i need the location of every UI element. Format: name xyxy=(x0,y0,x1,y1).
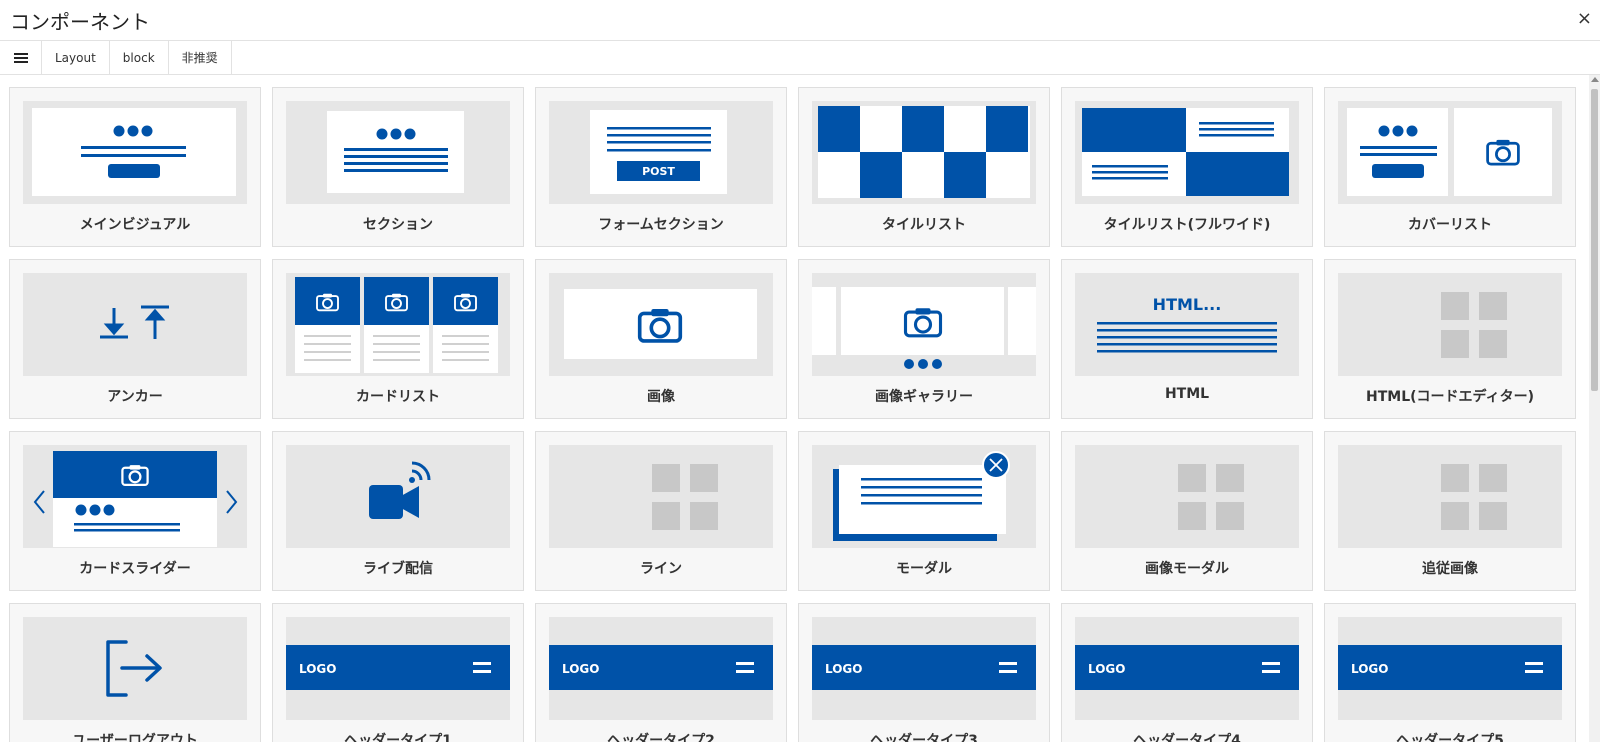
component-card[interactable]: メインビジュアル xyxy=(9,87,261,247)
component-label: メインビジュアル xyxy=(79,217,191,233)
component-card[interactable]: 画像ギャラリー xyxy=(798,259,1050,419)
component-card[interactable]: ユーザーログアウト xyxy=(9,603,261,742)
component-label: 画像 xyxy=(647,389,675,405)
component-label: ヘッダータイプ3 xyxy=(870,733,978,742)
html-thumb-text: HTML... xyxy=(1153,295,1222,314)
tab-menu[interactable] xyxy=(0,41,42,74)
logo-text: LOGO xyxy=(562,662,599,676)
modal-thumbnail-icon xyxy=(812,445,1036,548)
header-thumbnail-icon: LOGO xyxy=(812,617,1036,720)
logout-thumbnail-icon xyxy=(23,617,247,720)
component-card[interactable]: POST フォームセクション xyxy=(535,87,787,247)
component-label: ライブ配信 xyxy=(363,561,433,577)
component-label: タイルリスト xyxy=(882,217,966,233)
card-slider-thumbnail-icon xyxy=(23,445,247,548)
component-card[interactable]: LOGO ヘッダータイプ3 xyxy=(798,603,1050,742)
tile-list-thumbnail-icon xyxy=(812,101,1036,204)
hamburger-menu-icon xyxy=(13,52,28,63)
component-label: 追従画像 xyxy=(1422,561,1478,577)
close-icon[interactable]: × xyxy=(1577,8,1592,29)
component-label: タイルリスト(フルワイド) xyxy=(1103,217,1271,233)
component-card[interactable]: 画像モーダル xyxy=(1061,431,1313,591)
scrollbar[interactable] xyxy=(1589,75,1600,742)
component-label: HTML(コードエディター) xyxy=(1366,389,1534,405)
component-label: HTML xyxy=(1164,386,1210,402)
scrollbar-thumb[interactable] xyxy=(1591,89,1598,391)
component-card[interactable]: 追従画像 xyxy=(1324,431,1576,591)
section-thumbnail-icon xyxy=(286,101,510,204)
header-thumbnail-icon: LOGO xyxy=(1075,617,1299,720)
header-thumbnail-icon: LOGO xyxy=(286,617,510,720)
logo-text: LOGO xyxy=(825,662,862,676)
placeholder-thumbnail-icon xyxy=(1338,273,1562,376)
card-list-thumbnail-icon xyxy=(286,273,510,376)
component-card[interactable]: セクション xyxy=(272,87,524,247)
placeholder-thumbnail-icon xyxy=(1338,445,1562,548)
tab-layout[interactable]: Layout xyxy=(42,41,110,74)
component-label: アンカー xyxy=(107,389,163,405)
form-section-thumbnail-icon: POST xyxy=(549,101,773,204)
tab-deprecated[interactable]: 非推奨 xyxy=(169,41,232,74)
header-thumbnail-icon: LOGO xyxy=(1338,617,1562,720)
component-label: セクション xyxy=(363,217,433,233)
component-label: カードリスト xyxy=(356,389,440,405)
component-card[interactable]: アンカー xyxy=(9,259,261,419)
component-label: ヘッダータイプ5 xyxy=(1396,733,1504,742)
header-thumbnail-icon: LOGO xyxy=(549,617,773,720)
main-visual-thumbnail-icon xyxy=(23,101,247,204)
image-thumbnail-icon xyxy=(549,273,773,376)
image-gallery-thumbnail-icon xyxy=(812,273,1036,376)
component-card[interactable]: HTML... HTML xyxy=(1061,259,1313,419)
component-card[interactable]: カバーリスト xyxy=(1324,87,1576,247)
component-grid: メインビジュアル セクション POST フォームセクション タイルリスト タイルリスト(フ… xyxy=(9,87,1576,742)
category-tabs: Layout block 非推奨 xyxy=(0,41,1600,75)
component-label: 画像ギャラリー xyxy=(875,389,973,405)
html-thumbnail-icon: HTML... xyxy=(1075,273,1299,376)
component-card[interactable]: タイルリスト(フルワイド) xyxy=(1061,87,1313,247)
logo-text: LOGO xyxy=(1351,662,1388,676)
scroll-up-arrow-icon[interactable] xyxy=(1591,77,1599,82)
component-label: フォームセクション xyxy=(598,217,724,233)
component-card[interactable]: LOGO ヘッダータイプ1 xyxy=(272,603,524,742)
dialog-header: コンポーネント × xyxy=(0,0,1600,41)
post-button-text: POST xyxy=(642,165,675,178)
tile-list-full-thumbnail-icon xyxy=(1075,101,1299,204)
logo-text: LOGO xyxy=(299,662,336,676)
placeholder-thumbnail-icon xyxy=(1075,445,1299,548)
live-thumbnail-icon xyxy=(286,445,510,548)
dialog-title: コンポーネント xyxy=(10,10,150,34)
tab-block[interactable]: block xyxy=(110,41,169,74)
placeholder-thumbnail-icon xyxy=(549,445,773,548)
component-label: カードスライダー xyxy=(79,561,191,577)
component-label: モーダル xyxy=(896,561,952,577)
component-label: ユーザーログアウト xyxy=(72,733,198,742)
component-card[interactable]: カードスライダー xyxy=(9,431,261,591)
component-card[interactable]: 画像 xyxy=(535,259,787,419)
component-card[interactable]: LOGO ヘッダータイプ2 xyxy=(535,603,787,742)
component-label: ヘッダータイプ2 xyxy=(607,733,715,742)
component-card[interactable]: HTML(コードエディター) xyxy=(1324,259,1576,419)
component-label: ヘッダータイプ4 xyxy=(1133,733,1241,742)
component-card[interactable]: LOGO ヘッダータイプ4 xyxy=(1061,603,1313,742)
component-card[interactable]: ライン xyxy=(535,431,787,591)
component-label: カバーリスト xyxy=(1408,217,1492,233)
component-label: ヘッダータイプ1 xyxy=(344,733,452,742)
component-card[interactable]: ライブ配信 xyxy=(272,431,524,591)
component-card[interactable]: LOGO ヘッダータイプ5 xyxy=(1324,603,1576,742)
component-card[interactable]: モーダル xyxy=(798,431,1050,591)
component-card[interactable]: タイルリスト xyxy=(798,87,1050,247)
component-label: ライン xyxy=(640,561,682,577)
cover-list-thumbnail-icon xyxy=(1338,101,1562,204)
logo-text: LOGO xyxy=(1088,662,1125,676)
component-list: メインビジュアル セクション POST フォームセクション タイルリスト タイルリスト(フ… xyxy=(0,75,1600,742)
anchor-thumbnail-icon xyxy=(23,273,247,376)
component-label: 画像モーダル xyxy=(1145,561,1229,577)
component-card[interactable]: カードリスト xyxy=(272,259,524,419)
